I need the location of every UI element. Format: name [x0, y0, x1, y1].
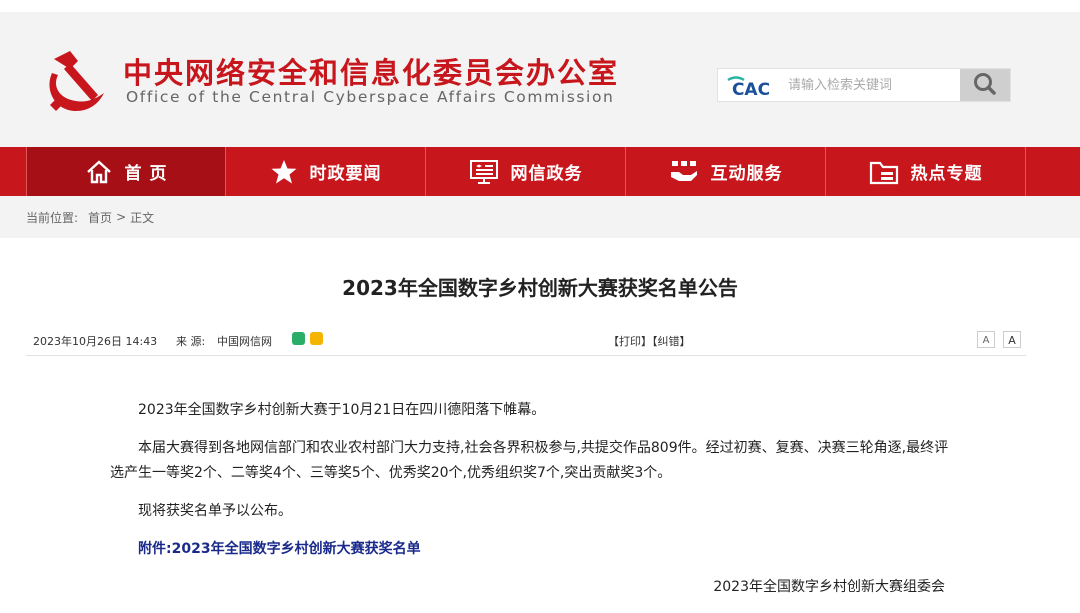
cac-logo-text: CAC	[732, 80, 770, 98]
qzone-share-icon[interactable]	[310, 332, 323, 345]
article-source: 中国网信网	[217, 335, 272, 348]
source-label: 来 源:	[176, 335, 206, 348]
home-icon	[86, 159, 111, 183]
nav-item-news[interactable]: 时政要闻	[226, 147, 426, 196]
site-name-en: Office of the Central Cyberspace Affairs…	[126, 88, 615, 106]
article-date: 2023年10月26日 14:43	[33, 335, 158, 348]
breadcrumb: 当前位置: 首页 > 正文	[0, 196, 1080, 238]
nav-item-home[interactable]: 首 页	[26, 147, 226, 196]
attachment-link[interactable]: 附件:2023年全国数字乡村创新大赛获奖名单	[110, 537, 950, 562]
nav-item-services[interactable]: 互动服务	[626, 147, 826, 196]
nav-item-topics[interactable]: 热点专题	[826, 147, 1026, 196]
article-title: 2023年全国数字乡村创新大赛获奖名单公告	[342, 276, 738, 300]
cac-logo-icon: CAC	[727, 76, 770, 98]
article-body: 2023年全国数字乡村创新大赛于10月21日在四川德阳落下帷幕。 本届大赛得到各…	[110, 398, 950, 613]
nav-label: 首 页	[124, 164, 168, 184]
wechat-share-icon[interactable]	[292, 332, 305, 345]
nav-label: 互动服务	[710, 164, 783, 184]
handshake-icon	[670, 160, 697, 181]
breadcrumb-home-link[interactable]: 首页	[88, 209, 112, 226]
nav-label: 网信政务	[510, 164, 583, 184]
main-nav: 首 页 时政要闻 网信政务 互动服务 热点专题	[0, 147, 1080, 196]
search-button[interactable]	[960, 69, 1010, 101]
article-paragraph: 本届大赛得到各地网信部门和农业农村部门大力支持,社会各界积极参与,共提交作品80…	[110, 440, 949, 481]
star-icon	[271, 159, 296, 183]
breadcrumb-label: 当前位置:	[26, 210, 79, 225]
breadcrumb-current: 正文	[130, 210, 155, 225]
nav-label: 热点专题	[910, 164, 983, 184]
article-meta: 2023年10月26日 14:43 来 源: 中国网信网 【打印】【纠错】 A …	[26, 325, 1026, 356]
article-paragraph: 现将获奖名单予以公布。	[138, 503, 292, 519]
site-name-cn: 中央网络安全和信息化委员会办公室	[123, 56, 620, 90]
search-input[interactable]	[780, 69, 960, 101]
nav-label: 时政要闻	[309, 164, 382, 184]
search-box: CAC	[717, 68, 1011, 102]
breadcrumb-separator: >	[116, 210, 127, 224]
article-signature: 2023年全国数字乡村创新大赛组委会	[713, 579, 945, 595]
font-decrease-button[interactable]: A	[977, 331, 995, 348]
search-icon	[974, 72, 996, 95]
site-header: 中央网络安全和信息化委员会办公室 Office of the Central C…	[0, 0, 1080, 147]
nav-item-affairs[interactable]: 网信政务	[426, 147, 626, 196]
print-correct-links[interactable]: 【打印】【纠错】	[608, 333, 691, 349]
font-increase-button[interactable]: A	[1003, 331, 1021, 348]
article-paragraph: 2023年全国数字乡村创新大赛于10月21日在四川德阳落下帷幕。	[138, 402, 546, 418]
party-emblem-icon	[49, 51, 104, 111]
monitor-icon	[469, 159, 498, 184]
folder-icon	[869, 161, 898, 184]
